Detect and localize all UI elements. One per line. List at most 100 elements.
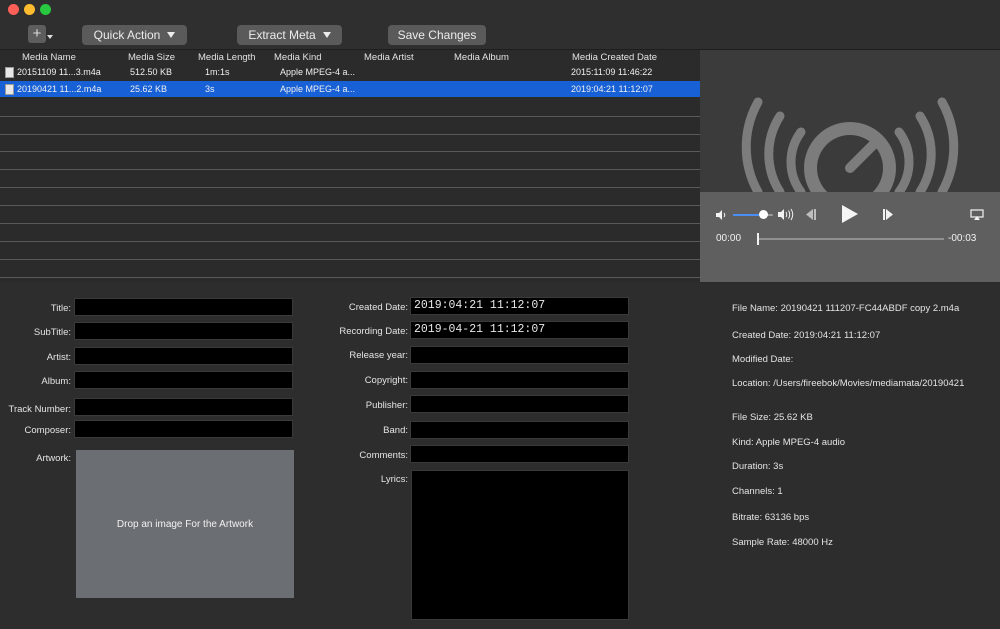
row-divider — [0, 223, 700, 224]
artwork-label: Artwork: — [36, 453, 71, 464]
zoom-window-button[interactable] — [40, 4, 51, 15]
row-divider — [0, 241, 700, 242]
extract-meta-button[interactable]: Extract Meta — [237, 25, 342, 45]
recording-date-field[interactable]: 2019-04-21 11:12:07 — [410, 321, 629, 339]
album-field[interactable] — [74, 371, 293, 389]
table-row[interactable]: 20151109 11...3.m4a 512.50 KB 1m:1s Appl… — [0, 64, 700, 80]
row-divider — [0, 205, 700, 206]
row-divider — [0, 169, 700, 170]
artwork-drop-text: Drop an image For the Artwork — [116, 518, 254, 530]
copyright-field[interactable] — [410, 371, 629, 389]
file-icon — [5, 84, 14, 95]
save-changes-label: Save Changes — [397, 28, 477, 42]
elapsed-time: 00:00 — [716, 233, 742, 244]
row-media-created: 2019:04:21 11:12:07 — [571, 84, 653, 94]
window-toolbar: + Quick Action Extract Meta Save Changes — [0, 0, 1000, 50]
row-media-created: 2015:11:09 11:46:22 — [571, 67, 653, 77]
subtitle-field[interactable] — [74, 322, 293, 340]
recording-date-label: Recording Date: — [339, 326, 408, 337]
info-bitrate: Bitrate: 63136 bps — [732, 512, 810, 523]
media-player: 00:00 -00:03 — [700, 50, 1000, 282]
row-media-size: 25.62 KB — [130, 84, 168, 94]
title-label: Title: — [50, 303, 71, 314]
info-sample-rate: Sample Rate: 48000 Hz — [732, 537, 833, 548]
volume-high-icon — [778, 208, 794, 221]
row-media-name: 20190421 11...2.m4a — [17, 84, 102, 94]
column-header-media-album[interactable]: Media Album — [454, 52, 509, 63]
add-menu-chevron-down-icon[interactable] — [47, 35, 53, 39]
skip-forward-icon[interactable] — [882, 208, 898, 221]
release-year-field[interactable] — [410, 346, 629, 364]
play-icon[interactable] — [841, 204, 859, 224]
save-changes-button[interactable]: Save Changes — [388, 25, 486, 45]
created-date-field[interactable]: 2019:04:21 11:12:07 — [410, 297, 629, 315]
track-number-label: Track Number: — [8, 404, 71, 415]
column-header-media-name[interactable]: Media Name — [22, 52, 76, 63]
publisher-field[interactable] — [410, 395, 629, 413]
player-artwork — [700, 50, 1000, 214]
info-duration: Duration: 3s — [732, 461, 784, 472]
track-number-field[interactable] — [74, 398, 293, 416]
title-field[interactable] — [74, 298, 293, 316]
copyright-label: Copyright: — [364, 375, 408, 386]
table-row-selected[interactable]: 20190421 11...2.m4a 25.62 KB 3s Apple MP… — [0, 81, 700, 97]
close-window-button[interactable] — [8, 4, 19, 15]
info-modified-date: Modified Date: — [732, 354, 794, 365]
band-field[interactable] — [410, 421, 629, 439]
comments-label: Comments: — [359, 450, 408, 461]
add-media-button[interactable]: + — [28, 25, 46, 43]
remaining-time: -00:03 — [948, 233, 977, 244]
quick-action-label: Quick Action — [93, 28, 161, 42]
column-header-media-kind[interactable]: Media Kind — [274, 52, 322, 63]
band-label: Band: — [383, 425, 408, 436]
volume-knob[interactable] — [759, 210, 768, 219]
scrubber-playhead[interactable] — [757, 233, 759, 245]
composer-label: Composer: — [24, 425, 71, 436]
volume-slider[interactable] — [733, 210, 773, 219]
row-divider — [0, 259, 700, 260]
row-divider — [0, 277, 700, 278]
add-icon: + — [32, 25, 42, 42]
row-divider — [0, 134, 700, 135]
chevron-down-icon — [322, 32, 331, 38]
lyrics-label: Lyrics: — [380, 474, 408, 485]
column-header-media-length[interactable]: Media Length — [198, 52, 256, 63]
row-divider — [0, 187, 700, 188]
extract-meta-label: Extract Meta — [248, 28, 316, 42]
info-location: Location: /Users/fireebok/Movies/mediama… — [732, 378, 965, 389]
file-icon — [5, 67, 14, 78]
lyrics-textarea[interactable] — [411, 470, 629, 620]
artwork-drop-zone[interactable]: Drop an image For the Artwork — [76, 450, 294, 598]
row-media-length: 1m:1s — [205, 67, 230, 77]
quicktime-logo-icon — [741, 97, 959, 214]
row-media-size: 512.50 KB — [130, 67, 173, 77]
minimize-window-button[interactable] — [24, 4, 35, 15]
info-kind: Kind: Apple MPEG-4 audio — [732, 437, 846, 448]
info-created-date: Created Date: 2019:04:21 11:12:07 — [732, 330, 881, 341]
column-header-media-size[interactable]: Media Size — [128, 52, 175, 63]
info-file-name: File Name: 20190421 111207-FC44ABDF copy… — [732, 303, 960, 314]
composer-field[interactable] — [74, 420, 293, 438]
info-channels: Channels: 1 — [732, 486, 783, 497]
comments-field[interactable] — [410, 445, 629, 463]
player-controls: 00:00 -00:03 — [700, 192, 1000, 282]
metadata-panel: Title: SubTitle: Artist: Album: Track Nu… — [0, 283, 1000, 629]
column-header-media-created-date[interactable]: Media Created Date — [572, 52, 657, 63]
row-media-kind: Apple MPEG-4 a... — [280, 84, 356, 94]
release-year-label: Release year: — [349, 350, 408, 361]
artist-label: Artist: — [46, 352, 71, 363]
album-label: Album: — [41, 376, 71, 387]
publisher-label: Publisher: — [365, 400, 408, 411]
skip-back-icon[interactable] — [801, 208, 817, 221]
airplay-icon[interactable] — [970, 209, 984, 221]
table-header: Media Name Media Size Media Length Media… — [0, 50, 700, 64]
chevron-down-icon — [167, 32, 176, 38]
column-header-media-artist[interactable]: Media Artist — [364, 52, 414, 63]
row-divider — [0, 116, 700, 117]
quick-action-button[interactable]: Quick Action — [82, 25, 187, 45]
info-file-size: File Size: 25.62 KB — [732, 412, 813, 423]
playback-scrubber[interactable] — [757, 233, 944, 245]
subtitle-label: SubTitle: — [33, 327, 71, 338]
artist-field[interactable] — [74, 347, 293, 365]
media-table: Media Name Media Size Media Length Media… — [0, 50, 700, 282]
